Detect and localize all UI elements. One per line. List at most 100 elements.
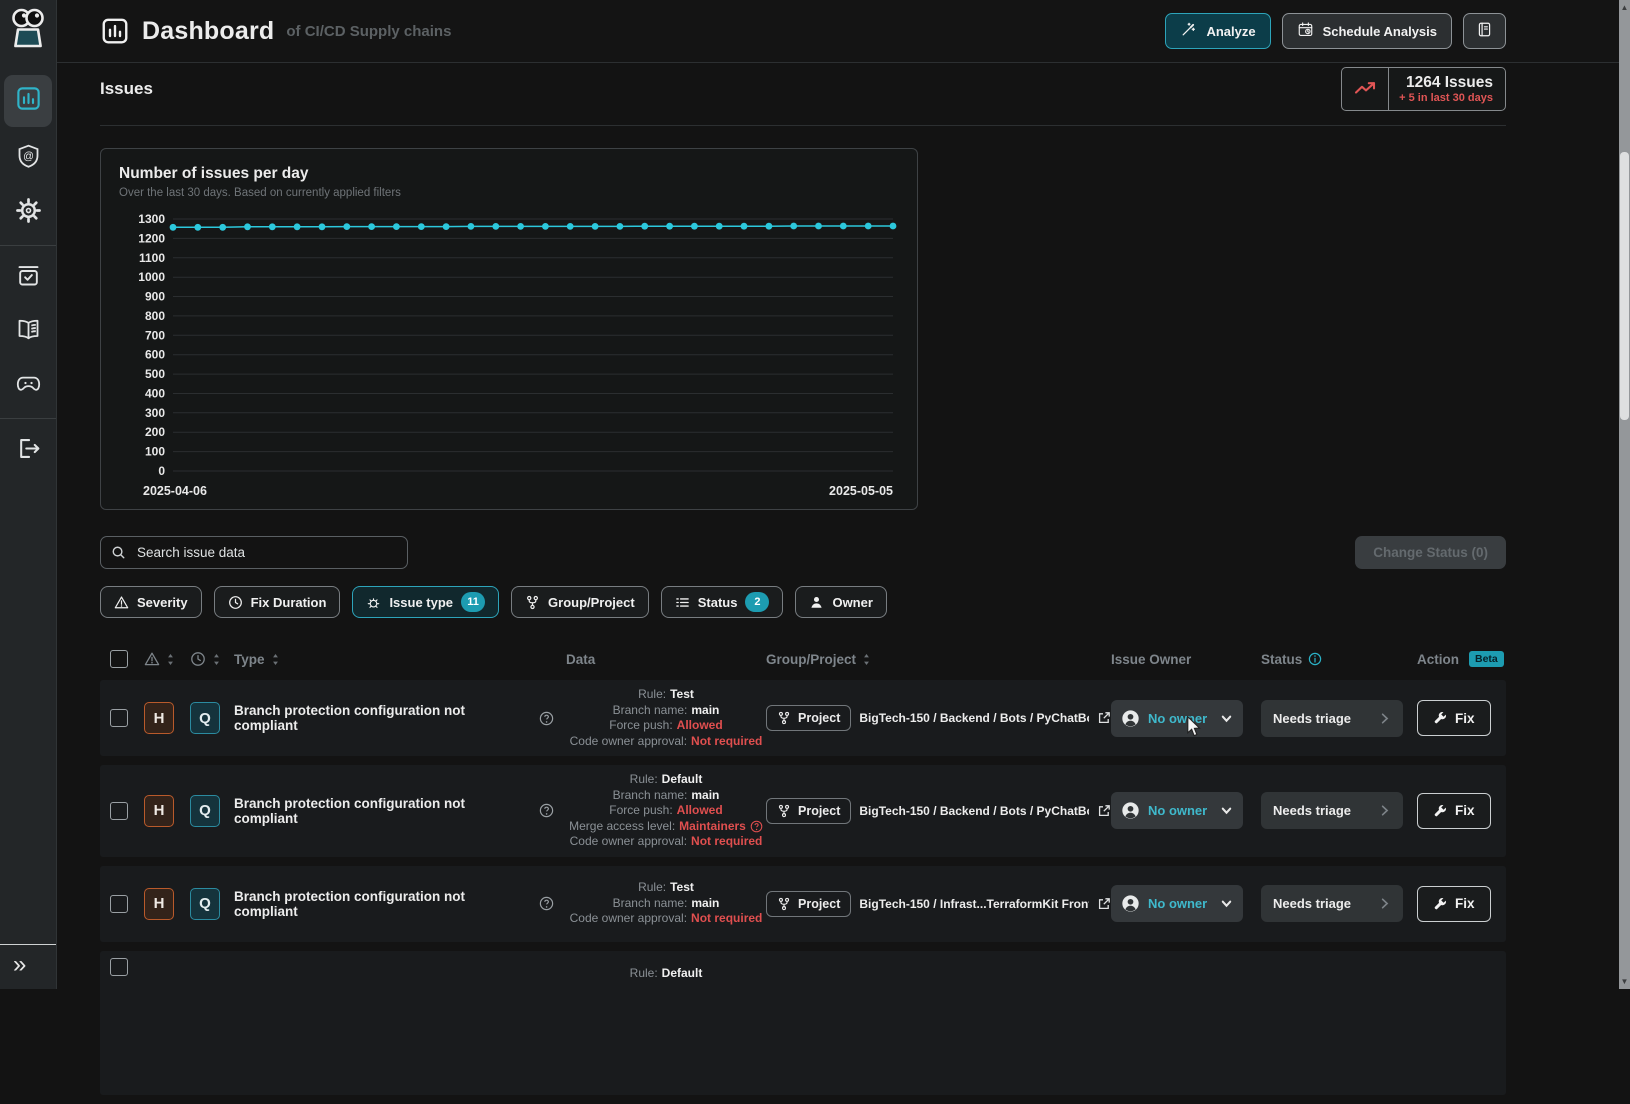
sort-icon[interactable] xyxy=(212,653,221,666)
avatar-icon xyxy=(1121,894,1140,913)
chevron-down-icon xyxy=(1220,712,1233,725)
filter-bar: Severity Fix Duration Issue type11 Group/Pr… xyxy=(100,586,1506,618)
logout-icon xyxy=(15,435,42,467)
sidebar-item-community[interactable] xyxy=(6,364,50,408)
search-input[interactable] xyxy=(135,544,397,561)
svg-text:1200: 1200 xyxy=(138,231,165,245)
data-line: Rule:Test xyxy=(638,687,694,703)
filter-fix-duration[interactable]: Fix Duration xyxy=(214,586,341,618)
svg-text:1100: 1100 xyxy=(139,251,165,265)
status-button[interactable]: Needs triage xyxy=(1261,792,1403,829)
row-checkbox[interactable] xyxy=(110,895,128,913)
scrollbar-thumb[interactable] xyxy=(1620,152,1629,420)
schedule-analysis-button[interactable]: Schedule Analysis xyxy=(1282,13,1452,49)
row-checkbox[interactable] xyxy=(110,958,128,976)
change-status-button[interactable]: Change Status (0) xyxy=(1355,536,1506,569)
filter-label: Status xyxy=(698,595,738,610)
table-row: HQBranch protection configuration not co… xyxy=(100,765,1506,857)
chevron-right-icon xyxy=(1378,712,1391,725)
question-circle-icon[interactable] xyxy=(539,803,554,818)
owner-dropdown[interactable]: No owner xyxy=(1111,700,1243,737)
status-button[interactable]: Needs triage xyxy=(1261,700,1403,737)
sidebar-item-tasks[interactable] xyxy=(6,256,50,300)
select-all-checkbox[interactable] xyxy=(110,650,128,668)
issue-type-label: Branch protection configuration not comp… xyxy=(234,796,532,826)
row-checkbox[interactable] xyxy=(110,709,128,727)
question-circle-icon[interactable] xyxy=(539,711,554,726)
question-circle-icon[interactable] xyxy=(539,896,554,911)
page-title: Dashboard xyxy=(142,17,274,46)
data-line: Rule:Default xyxy=(630,966,703,982)
issues-delta: + 5 in last 30 days xyxy=(1399,92,1493,104)
issues-chart-card: Number of issues per day Over the last 3… xyxy=(100,148,918,510)
severity-high-badge: H xyxy=(144,888,174,920)
wrench-icon xyxy=(1433,804,1447,818)
project-scope-pill: Project xyxy=(766,798,851,824)
data-line: Branch name:main xyxy=(613,703,720,719)
svg-text:300: 300 xyxy=(145,406,165,420)
external-link-icon[interactable] xyxy=(1097,897,1111,911)
app-root: @ » Dashboard of CI/CD Supply chains Ana… xyxy=(0,0,1630,989)
issues-page: Issues 1264 Issues + 5 in last 30 days N… xyxy=(57,63,1630,1104)
external-link-icon[interactable] xyxy=(1097,711,1111,725)
gear-icon xyxy=(15,197,42,229)
sidebar-divider xyxy=(0,245,56,246)
row-checkbox[interactable] xyxy=(110,802,128,820)
data-line: Code owner approval:Not required xyxy=(570,734,763,750)
page-subtitle: of CI/CD Supply chains xyxy=(286,23,451,40)
vertical-scrollbar[interactable]: ▲ ▼ xyxy=(1619,0,1630,989)
fix-button[interactable]: Fix xyxy=(1417,886,1491,922)
journal-button[interactable] xyxy=(1463,13,1506,49)
project-link[interactable]: BigTech-150 / Backend / Bots / PyChatBot xyxy=(859,711,1089,725)
fix-button[interactable]: Fix xyxy=(1417,700,1491,736)
data-line: Force push:Allowed xyxy=(609,718,722,734)
fork-icon xyxy=(777,711,791,725)
fix-button[interactable]: Fix xyxy=(1417,793,1491,829)
sort-icon[interactable] xyxy=(271,653,280,666)
status-button[interactable]: Needs triage xyxy=(1261,885,1403,922)
sidebar-item-settings[interactable] xyxy=(6,191,50,235)
issues-counter: 1264 Issues + 5 in last 30 days xyxy=(1341,67,1506,111)
owner-dropdown[interactable]: No owner xyxy=(1111,792,1243,829)
project-link[interactable]: BigTech-150 / Infrast...TerraformKit Fro… xyxy=(859,897,1089,911)
sidebar-item-dashboard[interactable] xyxy=(4,75,52,127)
chevron-right-icon xyxy=(1378,804,1391,817)
data-line: Branch name:main xyxy=(613,788,720,804)
sidebar-item-security-scan[interactable]: @ xyxy=(6,137,50,181)
app-logo-robot[interactable] xyxy=(6,8,50,54)
svg-text:1300: 1300 xyxy=(138,212,165,226)
action-column-header: ActionBeta xyxy=(1417,651,1506,667)
project-link[interactable]: BigTech-150 / Backend / Bots / PyChatBot xyxy=(859,804,1089,818)
filter-group-project[interactable]: Group/Project xyxy=(511,586,649,618)
info-icon[interactable] xyxy=(1308,652,1322,666)
trend-up-icon xyxy=(1342,68,1389,110)
issue-type-label: Branch protection configuration not comp… xyxy=(234,889,532,919)
sort-icon[interactable] xyxy=(166,653,175,666)
scroll-down-arrow[interactable]: ▼ xyxy=(1619,975,1630,988)
clock-icon xyxy=(228,595,243,610)
schedule-label: Schedule Analysis xyxy=(1323,24,1437,39)
filter-owner[interactable]: Owner xyxy=(795,586,886,618)
sidebar-item-documentation[interactable] xyxy=(6,310,50,354)
issue-data-cell: Rule:DefaultBranch name:mainForce push:A… xyxy=(566,772,766,850)
owner-dropdown[interactable]: No owner xyxy=(1111,885,1243,922)
svg-text:800: 800 xyxy=(145,309,165,323)
sidebar-item-logout[interactable] xyxy=(6,429,50,473)
magic-wand-icon xyxy=(1180,21,1197,41)
svg-text:900: 900 xyxy=(145,290,165,304)
fork-icon xyxy=(777,897,791,911)
scroll-up-arrow[interactable]: ▲ xyxy=(1619,1,1630,14)
table-body: H Q Branch protection configuration not co… xyxy=(100,680,1506,1095)
fork-icon xyxy=(777,804,791,818)
filter-label: Issue type xyxy=(389,595,453,610)
sort-icon[interactable] xyxy=(862,653,871,666)
sidebar-expand-button[interactable]: » xyxy=(0,945,56,989)
filter-severity[interactable]: Severity xyxy=(100,586,202,618)
question-circle-icon[interactable] xyxy=(750,820,763,833)
svg-text:1000: 1000 xyxy=(138,270,165,284)
filter-issue-type[interactable]: Issue type11 xyxy=(352,586,499,618)
analyze-button[interactable]: Analyze xyxy=(1165,13,1270,49)
external-link-icon[interactable] xyxy=(1097,804,1111,818)
fix-duration-badge: Q xyxy=(190,795,220,827)
filter-status[interactable]: Status2 xyxy=(661,586,784,618)
